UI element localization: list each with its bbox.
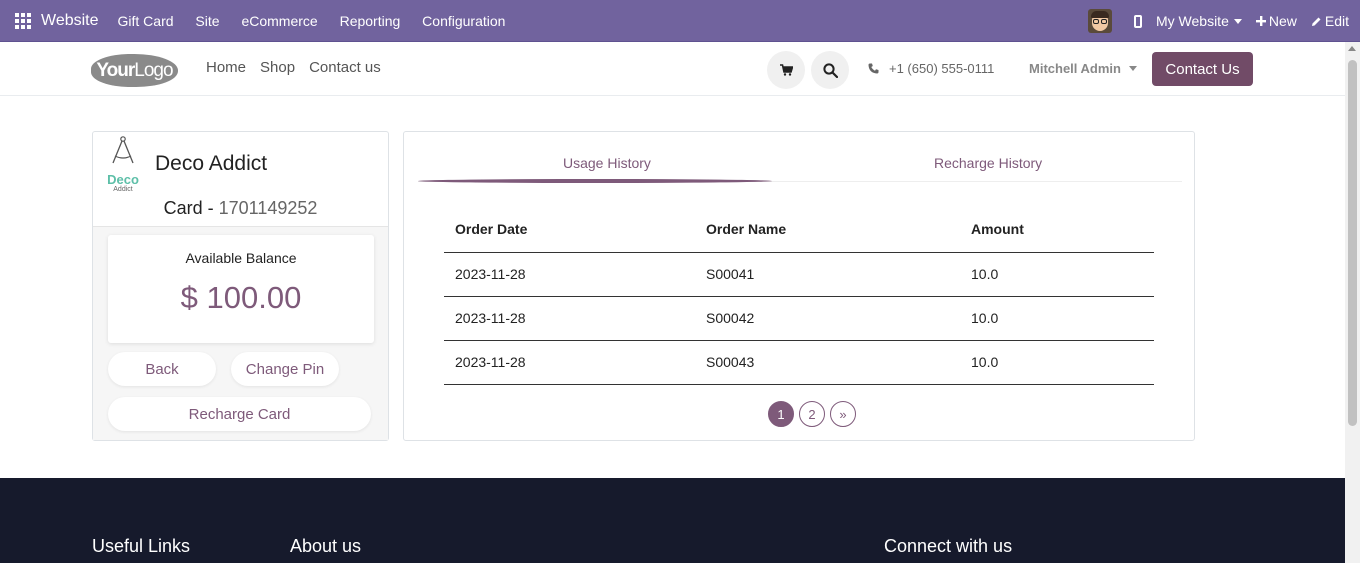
menu-reporting[interactable]: Reporting <box>340 13 401 29</box>
new-button[interactable]: New <box>1255 13 1297 29</box>
search-button[interactable] <box>811 51 849 89</box>
cell-amount: 10.0 <box>960 252 1154 297</box>
company-logo: Deco Addict <box>103 136 143 193</box>
mobile-preview-icon[interactable] <box>1133 14 1142 28</box>
table-row[interactable]: 2023-11-28 S00043 10.0 <box>444 340 1154 385</box>
gift-card-panel: Deco Addict Deco Addict Card - 170114925… <box>92 131 389 441</box>
cell-order-name: S00042 <box>695 296 960 341</box>
phone-icon <box>868 63 879 74</box>
user-avatar[interactable] <box>1087 9 1112 33</box>
odoo-topbar: Website Gift Card Site eCommerce Reporti… <box>0 0 1360 42</box>
balance-box: Available Balance $ 100.00 <box>108 235 374 343</box>
page-scrollbar[interactable] <box>1345 42 1360 563</box>
edit-button[interactable]: Edit <box>1311 13 1349 29</box>
page-2-button[interactable]: 2 <box>799 401 825 427</box>
tab-usage-history[interactable]: Usage History <box>563 155 651 171</box>
new-label: New <box>1268 13 1297 29</box>
change-pin-button[interactable]: Change Pin <box>231 352 339 386</box>
plus-icon <box>1255 16 1266 26</box>
topbar-right: My Website New Edit <box>1087 0 1360 42</box>
nav-shop[interactable]: Shop <box>260 59 295 76</box>
phone-contact[interactable]: +1 (650) 555-0111 <box>868 61 994 76</box>
my-website-label: My Website <box>1155 13 1229 29</box>
footer-useful-links: Useful Links <box>92 536 191 556</box>
nav-home[interactable]: Home <box>206 59 246 76</box>
apps-menu-icon[interactable] <box>15 12 31 29</box>
col-amount: Amount <box>960 207 1154 253</box>
cart-button[interactable] <box>767 51 805 89</box>
menu-gift-card[interactable]: Gift Card <box>118 13 174 29</box>
nav-contact-us[interactable]: Contact us <box>309 59 381 76</box>
recharge-card-button[interactable]: Recharge Card <box>108 397 371 431</box>
website-header: Your Logo Home Shop Contact us +1 (650) 5… <box>0 42 1345 96</box>
logo-word: Deco <box>107 172 139 187</box>
cell-order-date: 2023-11-28 <box>444 340 695 385</box>
page-1-button[interactable]: 1 <box>768 401 794 427</box>
active-tab-indicator <box>418 179 772 183</box>
next-page-button[interactable]: » <box>830 401 856 427</box>
my-website-dropdown[interactable]: My Website <box>1156 13 1242 29</box>
chevron-down-icon <box>1233 18 1242 24</box>
user-name: Mitchell Admin <box>1029 61 1121 76</box>
table-row[interactable]: 2023-11-28 S00041 10.0 <box>444 252 1154 297</box>
site-nav: Home Shop Contact us <box>206 59 395 76</box>
user-dropdown[interactable]: Mitchell Admin <box>1029 61 1137 76</box>
balance-label: Available Balance <box>185 250 297 266</box>
menu-site[interactable]: Site <box>195 13 219 29</box>
cart-icon <box>779 64 793 76</box>
pagination: 1 2 » <box>768 401 861 427</box>
back-button[interactable]: Back <box>108 352 216 386</box>
pencil-icon <box>1311 17 1321 26</box>
menu-ecommerce[interactable]: eCommerce <box>241 13 317 29</box>
card-number-line: Card - 1701149252 <box>93 198 388 219</box>
col-order-date: Order Date <box>444 207 695 253</box>
gift-card-header: Deco Addict Deco Addict Card - 170114925… <box>93 132 388 227</box>
logo-sub: Addict <box>113 186 133 193</box>
cell-order-name: S00041 <box>695 252 960 297</box>
history-panel: Usage History Recharge History Order Dat… <box>403 131 1195 441</box>
tab-recharge-history[interactable]: Recharge History <box>934 155 1042 171</box>
chevron-down-icon <box>1128 66 1137 71</box>
footer-about-us: About us <box>290 536 362 556</box>
cell-order-name: S00043 <box>695 340 960 385</box>
cell-order-date: 2023-11-28 <box>444 296 695 341</box>
compass-icon <box>112 136 134 164</box>
scroll-up-arrow-icon[interactable] <box>1348 46 1356 51</box>
gift-card-body: Available Balance $ 100.00 Back Change P… <box>93 227 388 440</box>
balance-amount: $ 100.00 <box>180 280 302 315</box>
phone-number: +1 (650) 555-0111 <box>889 61 995 76</box>
contact-us-button[interactable]: Contact Us <box>1152 52 1253 86</box>
menu-configuration[interactable]: Configuration <box>422 13 505 29</box>
cell-amount: 10.0 <box>960 296 1154 341</box>
usage-history-table: Order Date Order Name Amount 2023-11-28 … <box>444 207 1154 385</box>
scroll-thumb[interactable] <box>1348 60 1357 426</box>
cell-order-date: 2023-11-28 <box>444 252 695 297</box>
history-tabs: Usage History Recharge History <box>418 132 1182 182</box>
edit-label: Edit <box>1324 13 1349 29</box>
cell-amount: 10.0 <box>960 340 1154 385</box>
table-header-row: Order Date Order Name Amount <box>444 207 1154 253</box>
search-icon <box>822 62 838 78</box>
footer-connect-with-us: Connect with us <box>884 536 1013 556</box>
card-label: Card - <box>163 198 219 218</box>
table-row[interactable]: 2023-11-28 S00042 10.0 <box>444 296 1154 341</box>
topbar-menu: Gift Card Site eCommerce Reporting Confi… <box>109 13 515 29</box>
col-order-name: Order Name <box>695 207 960 253</box>
site-footer: Useful Links About us Connect with us <box>0 478 1345 563</box>
app-brand[interactable]: Website <box>41 12 99 30</box>
card-number: 1701149252 <box>218 198 318 218</box>
company-name: Deco Addict <box>155 152 268 175</box>
site-logo[interactable]: Your Logo <box>91 54 178 87</box>
